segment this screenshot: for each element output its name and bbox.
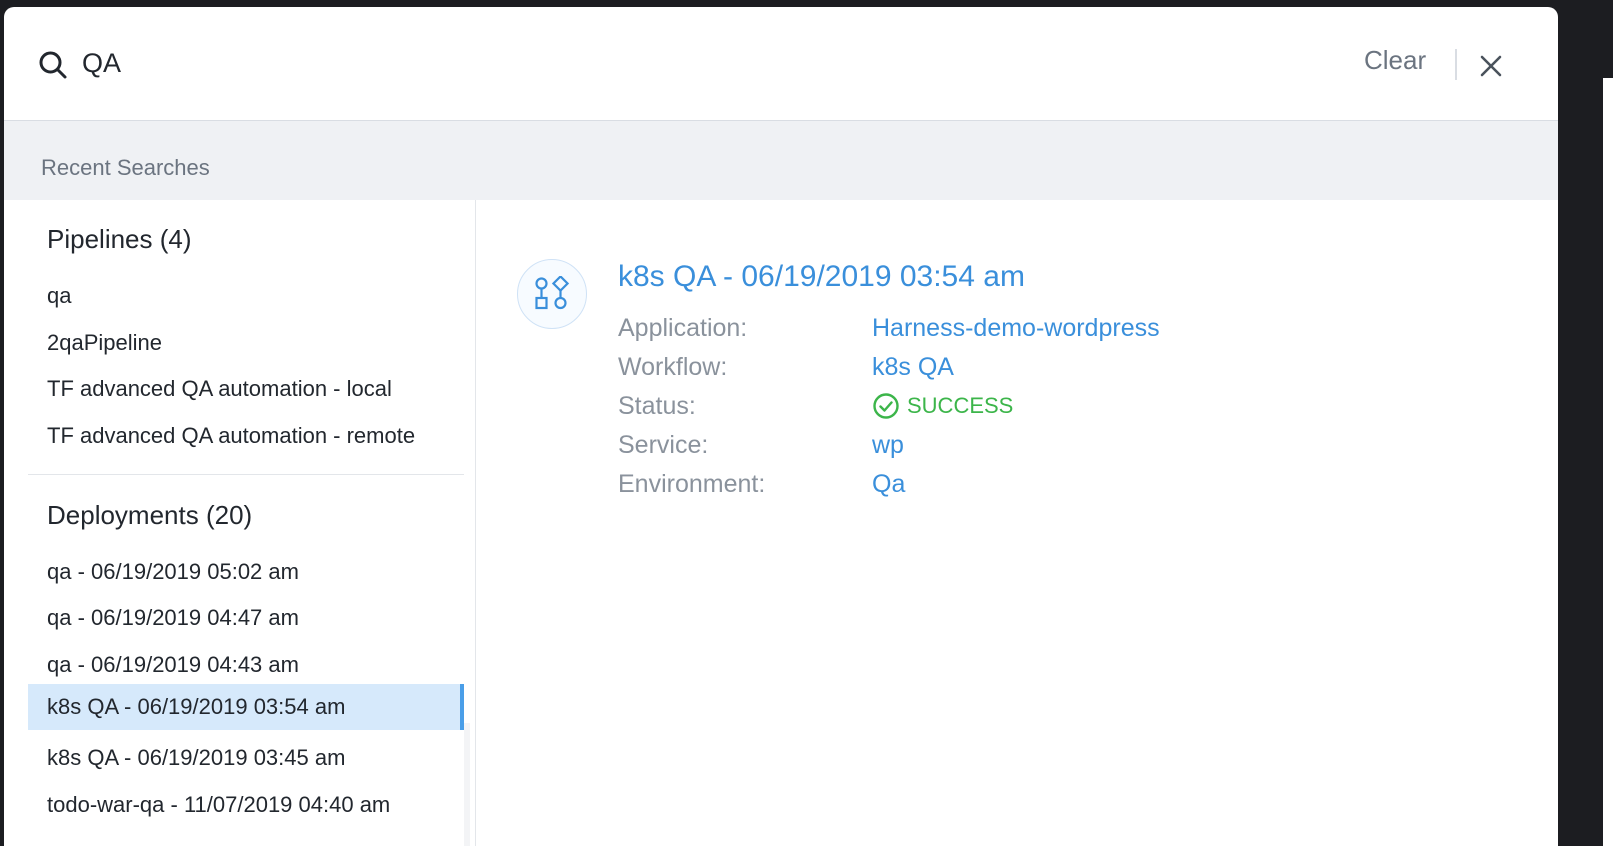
detail-title-link[interactable]: k8s QA - 06/19/2019 03:54 am [618, 260, 1025, 294]
environment-label: Environment: [618, 470, 766, 498]
search-input[interactable] [82, 43, 1182, 83]
workflow-label: Workflow: [618, 353, 728, 381]
recent-searches-bar: Recent Searches [4, 121, 1558, 200]
deployment-item[interactable]: todo-war-qa - 11/07/2019 04:40 am [28, 782, 464, 828]
backdrop-page [1603, 78, 1613, 846]
status-text: SUCCESS [907, 393, 1014, 418]
status-badge: SUCCESS [872, 392, 1013, 420]
deployments-section-title: Deployments (20) [47, 500, 253, 530]
search-bar: Clear [4, 7, 1558, 121]
deployment-item-selected[interactable]: k8s QA - 06/19/2019 03:54 am [28, 684, 464, 730]
deployment-item[interactable]: qa - 06/19/2019 05:02 am [28, 549, 464, 595]
success-check-icon [873, 393, 899, 419]
search-divider [1455, 49, 1457, 80]
deployment-item[interactable]: k8s QA - 06/19/2019 03:45 am [28, 735, 464, 781]
section-divider [28, 474, 464, 475]
environment-link[interactable]: Qa [872, 470, 905, 499]
service-label: Service: [618, 431, 709, 459]
clear-button[interactable]: Clear [1364, 45, 1426, 76]
search-icon [39, 51, 67, 79]
pipeline-item[interactable]: qa [28, 273, 464, 319]
status-label: Status: [618, 392, 696, 420]
close-icon[interactable] [1476, 51, 1506, 81]
deployment-item[interactable]: qa - 06/19/2019 04:43 am [28, 642, 464, 688]
deployment-item[interactable]: qa - 06/19/2019 04:47 am [28, 595, 464, 641]
results-list: Pipelines (4) qa 2qaPipeline TF advanced… [4, 200, 476, 846]
pipelines-section-title: Pipelines (4) [47, 224, 192, 254]
recent-searches-label[interactable]: Recent Searches [41, 155, 210, 181]
service-link[interactable]: wp [872, 431, 904, 460]
pipeline-item[interactable]: TF advanced QA automation - local [28, 366, 464, 412]
pipeline-item[interactable]: 2qaPipeline [28, 320, 464, 366]
scrollbar[interactable] [464, 723, 470, 846]
search-modal: Clear Recent Searches Pipelines (4) qa 2… [4, 7, 1558, 846]
application-label: Application: [618, 314, 748, 342]
workflow-icon [517, 259, 587, 329]
application-link[interactable]: Harness-demo-wordpress [872, 314, 1160, 343]
workflow-link[interactable]: k8s QA [872, 353, 954, 382]
pipeline-item[interactable]: TF advanced QA automation - remote [28, 413, 464, 459]
